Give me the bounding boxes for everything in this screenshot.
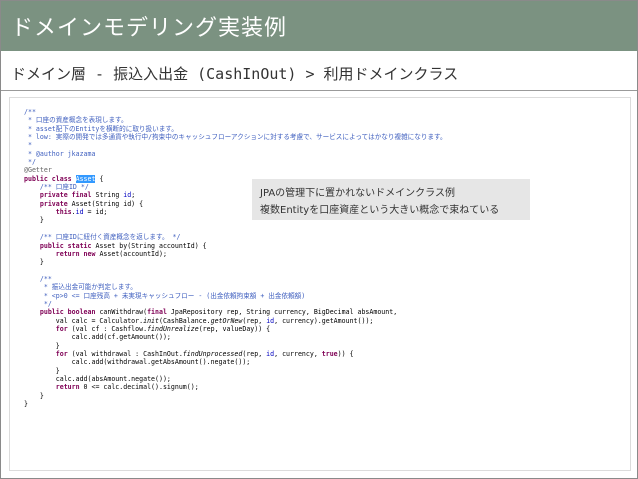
code-line: } bbox=[24, 341, 60, 350]
code-line: } bbox=[24, 216, 44, 225]
code-text: { bbox=[95, 174, 104, 183]
code-line: /** 口座ID */ bbox=[24, 183, 89, 192]
code-line: * 振込出金可能か判定します。 bbox=[24, 283, 137, 292]
code-keyword: public boolean bbox=[24, 308, 100, 317]
code-line: calc.add(cf.getAmount()); bbox=[24, 333, 171, 342]
callout-line-2: 複数Entityを口座資産という大きい概念で束ねている bbox=[260, 205, 500, 216]
code-keyword: public class bbox=[24, 174, 76, 183]
code-keyword: for bbox=[24, 349, 72, 358]
code-method: init bbox=[143, 316, 159, 325]
code-keyword: return bbox=[24, 383, 84, 392]
code-line: } bbox=[24, 391, 44, 400]
code-line: * low: 実際の開発では多通貨や執行中/拘束中のキャッシュフローアクションに… bbox=[24, 133, 447, 142]
code-keyword: return new bbox=[24, 249, 100, 258]
code-text: (rep, bbox=[242, 316, 267, 325]
slide-frame: ドメインモデリング実装例 ドメイン層 - 振込入出金 (CashInOut) >… bbox=[0, 0, 638, 479]
code-text: Asset(String id) { bbox=[71, 199, 144, 208]
code-line: */ bbox=[24, 299, 52, 308]
code-text: String bbox=[95, 191, 124, 200]
code-text: (rep, bbox=[242, 349, 267, 358]
code-line: /** 口座IDに紐付く資産概念を返します。 */ bbox=[24, 233, 181, 242]
code-keyword: private bbox=[24, 199, 72, 208]
code-field: id bbox=[266, 316, 275, 325]
code-text: canWithdraw( bbox=[99, 308, 148, 317]
code-line: } bbox=[24, 258, 44, 267]
callout-box: JPAの管理下に置かれないドメインクラス例 複数Entityを口座資産という大き… bbox=[252, 179, 530, 220]
code-line: } bbox=[24, 400, 28, 409]
code-line: /** bbox=[24, 274, 52, 283]
code-text: (rep, valueDay)) { bbox=[198, 324, 271, 333]
code-field: id bbox=[75, 208, 84, 217]
code-text: (val withdrawal : CashInOut. bbox=[71, 349, 183, 358]
code-keyword: private final bbox=[24, 191, 96, 200]
code-method: getOrNew bbox=[210, 316, 243, 325]
code-line: */ bbox=[24, 158, 36, 167]
code-keyword: true bbox=[321, 349, 338, 358]
code-screenshot: /** * 口座の資産概念を表現します。 * asset配下のEntityを横断… bbox=[9, 97, 631, 471]
code-line: * 口座の資産概念を表現します。 bbox=[24, 116, 128, 125]
title-bar: ドメインモデリング実装例 bbox=[1, 1, 637, 51]
code-text: , currency, bbox=[274, 349, 322, 358]
code-keyword: final bbox=[147, 308, 171, 317]
code-line: * @author jkazama bbox=[24, 149, 96, 158]
code-line: calc.add(absAmount.negate()); bbox=[24, 375, 171, 383]
code-text: )) { bbox=[337, 349, 354, 358]
subtitle-divider bbox=[1, 90, 637, 91]
code-field: id bbox=[266, 349, 275, 358]
code-text: ; bbox=[131, 191, 136, 200]
code-keyword: for bbox=[24, 324, 72, 333]
code-text: (CashBalance. bbox=[158, 316, 211, 325]
code-keyword: this bbox=[24, 208, 72, 217]
slide-title: ドメインモデリング実装例 bbox=[11, 16, 288, 41]
code-text: val calc = Calculator. bbox=[24, 316, 144, 325]
code-line: * <p>0 <= 口座残高 + 未実現キャッシュフロー - (出金依頼拘束額 … bbox=[24, 291, 306, 300]
code-text: Asset by(String accountId) { bbox=[95, 241, 207, 250]
code-method: findUnprocessed bbox=[182, 349, 243, 358]
code-selection[interactable]: Asset bbox=[75, 174, 96, 183]
code-text: 0 <= calc.decimal().signum(); bbox=[83, 383, 199, 392]
code-method: findUnrealize bbox=[147, 324, 199, 333]
code-listing: /** * 口座の資産概念を表現します。 * asset配下のEntityを横断… bbox=[24, 108, 447, 408]
code-text: Asset(accountId); bbox=[99, 249, 167, 258]
code-line: * asset配下のEntityを横断的に取り扱います。 bbox=[24, 124, 178, 133]
callout-line-1: JPAの管理下に置かれないドメインクラス例 bbox=[260, 188, 455, 199]
code-line: @Getter bbox=[24, 166, 52, 175]
code-text: JpaRepository rep, String currency, BigD… bbox=[170, 308, 398, 317]
code-keyword: public static bbox=[24, 241, 96, 250]
code-text: , currency).getAmount()); bbox=[274, 316, 374, 325]
code-line: } bbox=[24, 366, 60, 375]
slide-subtitle: ドメイン層 - 振込入出金 (CashInOut) > 利用ドメインクラス bbox=[11, 65, 459, 83]
code-line: * bbox=[24, 141, 32, 150]
code-text: (val cf : Cashflow. bbox=[71, 324, 148, 333]
code-line: /** bbox=[24, 108, 36, 116]
code-text: = id; bbox=[83, 208, 108, 217]
code-line: calc.add(withdrawal.getAbsAmount().negat… bbox=[24, 358, 251, 367]
